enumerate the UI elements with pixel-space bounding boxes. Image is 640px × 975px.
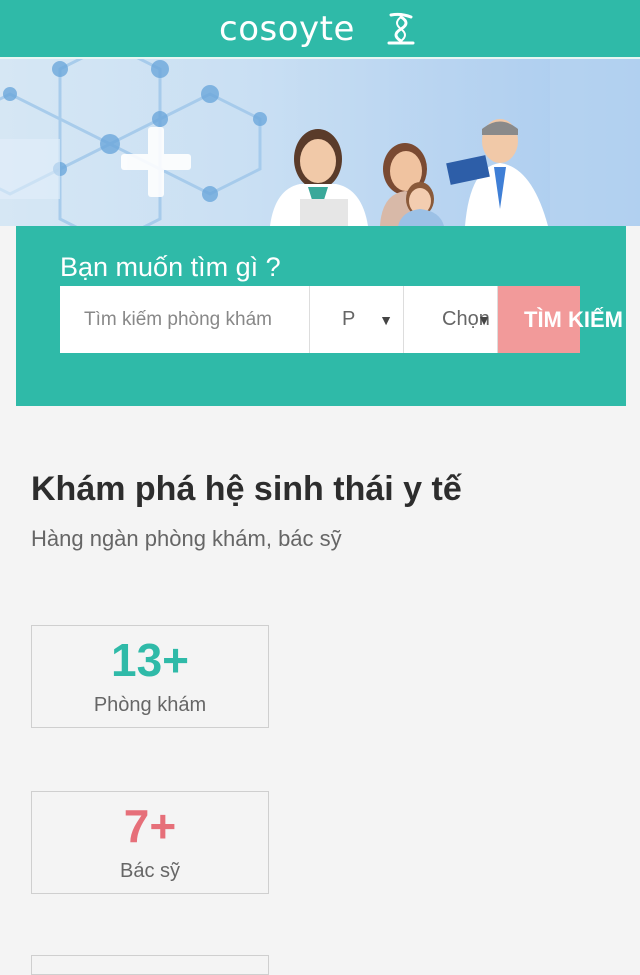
hero-banner [0,59,640,226]
search-panel: Bạn muốn tìm gì ? P ▼ Chọn ▼ TÌM KIẾM [16,226,626,406]
section-subtitle: Hàng ngàn phòng khám, bác sỹ [31,526,342,551]
hero-illustration [0,59,640,226]
filter-select-1[interactable]: P ▼ [310,286,404,353]
top-header: cosoyte [0,0,640,59]
search-row: P ▼ Chọn ▼ TÌM KIẾM [60,286,623,353]
stat-value: 7+ [123,800,177,852]
caduceus-icon [387,12,415,44]
stat-card-partial[interactable] [31,955,269,975]
stat-card-doctors[interactable]: 7+ Bác sỹ [31,791,269,894]
filter-select-1-value: P [342,308,356,330]
chevron-down-icon: ▼ [379,311,393,328]
stat-label: Bác sỹ [119,860,181,882]
search-title: Bạn muốn tìm gì ? [60,252,281,282]
logo-text[interactable]: cosoyte [219,9,355,49]
filter-select-2[interactable]: Chọn ▼ [404,286,498,353]
stat-card-clinics[interactable]: 13+ Phòng khám [31,625,269,728]
stat-value: 13+ [110,634,190,686]
chevron-down-icon: ▼ [477,311,491,328]
section-title: Khám phá hệ sinh thái y tế [31,470,462,508]
search-input[interactable] [60,286,310,353]
search-button[interactable]: TÌM KIẾM [498,286,623,353]
stat-label: Phòng khám [93,694,207,716]
